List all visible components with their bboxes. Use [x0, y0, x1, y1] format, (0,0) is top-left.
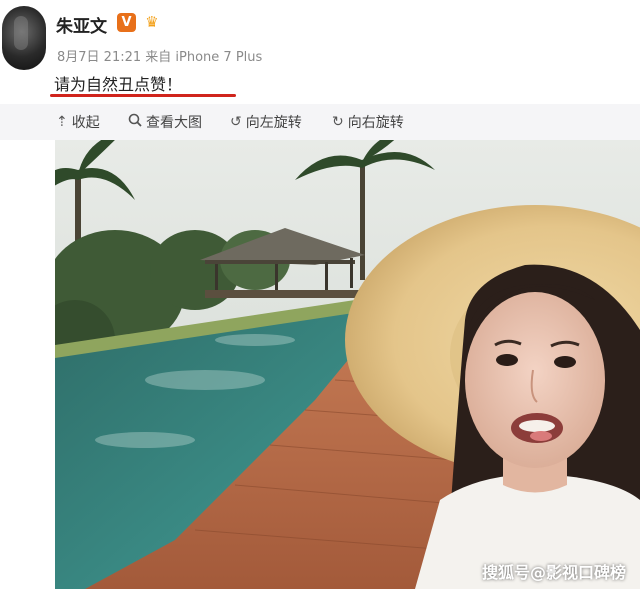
post-text: 请为自然丑点赞！	[54, 75, 183, 94]
selfie-photo	[55, 140, 640, 589]
crown-icon: ♛	[145, 13, 159, 31]
rotate-left-button[interactable]: ↺ 向左旋转	[230, 112, 302, 132]
rotate-right-icon: ↻	[332, 114, 344, 130]
view-large-button[interactable]: 查看大图	[128, 112, 202, 132]
username[interactable]: 朱亚文	[56, 12, 107, 37]
magnifier-icon	[128, 113, 142, 131]
collapse-button[interactable]: ⇡ 收起	[56, 112, 100, 132]
collapse-icon: ⇡	[56, 114, 68, 130]
rotate-left-label: 向左旋转	[245, 115, 302, 131]
rotate-right-button[interactable]: ↻ 向右旋转	[332, 112, 404, 132]
highlight-underline	[50, 94, 236, 97]
view-large-label: 查看大图	[146, 115, 202, 131]
post-photo[interactable]: 搜狐号@影视口碑榜	[55, 140, 640, 589]
post-header: 朱亚文 V ♛ 8月7日 21:21 来自 iPhone 7 Plus 请为自然…	[0, 0, 640, 104]
post-meta: 8月7日 21:21 来自 iPhone 7 Plus	[57, 50, 263, 65]
rotate-right-label: 向右旋转	[347, 115, 404, 131]
collapse-label: 收起	[71, 115, 100, 131]
avatar[interactable]	[2, 6, 46, 70]
image-toolbar: ⇡ 收起 查看大图 ↺ 向左旋转 ↻ 向右旋转	[0, 104, 640, 140]
watermark: 搜狐号@影视口碑榜	[481, 563, 626, 582]
rotate-left-icon: ↺	[230, 114, 242, 130]
verified-badge: V	[117, 13, 136, 32]
